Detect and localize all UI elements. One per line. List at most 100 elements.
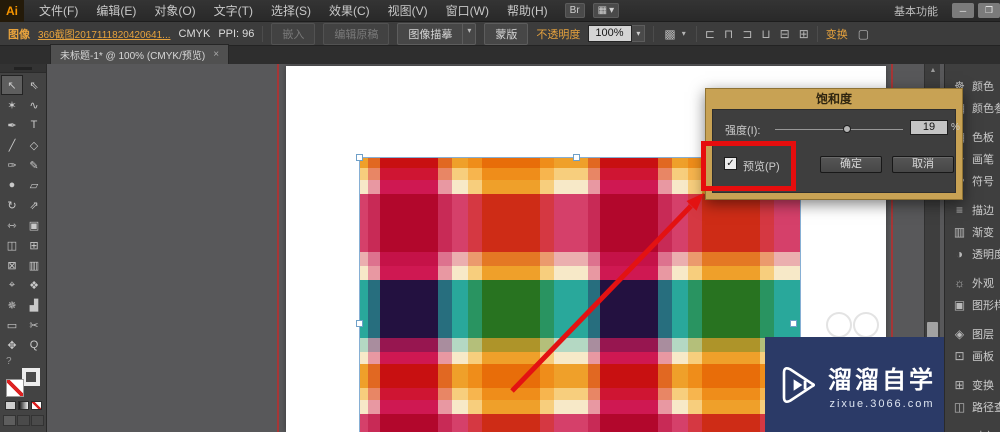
color-mode-button[interactable] bbox=[4, 401, 16, 410]
symbol-sprayer-tool[interactable]: ✵ bbox=[1, 295, 23, 315]
align-icon[interactable]: ⊓ bbox=[724, 27, 733, 41]
stroke-swatch[interactable] bbox=[22, 368, 40, 386]
panel-artboards[interactable]: ⊡ 画板 bbox=[945, 345, 1000, 367]
cancel-button[interactable]: 取消 bbox=[892, 156, 954, 173]
strength-value-field[interactable]: 19 bbox=[910, 120, 948, 135]
width-tool[interactable]: ⇿ bbox=[1, 215, 23, 235]
gradient-tool[interactable]: ▥ bbox=[23, 255, 45, 275]
menu-item[interactable]: 视图(V) bbox=[379, 0, 437, 22]
gradient-mode-button[interactable] bbox=[17, 401, 29, 410]
menu-item[interactable]: 编辑(E) bbox=[87, 0, 145, 22]
align-icon[interactable]: ⊐ bbox=[742, 27, 752, 41]
strength-slider-handle[interactable] bbox=[843, 125, 851, 133]
workspace-switcher[interactable]: 基本功能 bbox=[894, 3, 938, 19]
panel-graphic-styles[interactable]: ▣ 图形样式 bbox=[945, 294, 1000, 316]
hand-tool[interactable]: ✥ bbox=[1, 335, 23, 355]
magic-wand-tool[interactable]: ✶ bbox=[1, 95, 23, 115]
shape-tool[interactable]: ◇ bbox=[23, 135, 45, 155]
fill-swatch-none[interactable] bbox=[6, 379, 24, 397]
panel-appearance[interactable]: ☼ 外观 bbox=[945, 272, 1000, 294]
blob-brush-tool[interactable]: ● bbox=[1, 175, 23, 195]
document-tab[interactable]: 未标题-1* @ 100% (CMYK/预览) × bbox=[50, 44, 230, 64]
zoom-tool[interactable]: Q bbox=[23, 335, 45, 355]
type-tool[interactable]: T bbox=[23, 115, 45, 135]
mask-button[interactable]: 蒙版 bbox=[484, 22, 529, 45]
minimize-button[interactable]: ─ bbox=[952, 3, 974, 18]
strength-slider[interactable] bbox=[775, 129, 903, 130]
paintbrush-tool[interactable]: ✑ bbox=[1, 155, 23, 175]
arrange-documents-button[interactable]: ▦ ▾ bbox=[592, 3, 620, 18]
panel-icon: ◫ bbox=[953, 400, 966, 414]
dialog-title[interactable]: 饱和度 bbox=[706, 89, 962, 109]
selection-handle-top-left[interactable] bbox=[356, 154, 363, 161]
menu-item[interactable]: 选择(S) bbox=[262, 0, 320, 22]
none-mode-button[interactable] bbox=[30, 401, 42, 410]
draw-behind-button[interactable] bbox=[16, 415, 30, 426]
blend-tool[interactable]: ❖ bbox=[23, 275, 45, 295]
artboard-tool[interactable]: ▭ bbox=[1, 315, 23, 335]
eraser-tool[interactable]: ▱ bbox=[23, 175, 45, 195]
selection-handle-mid-right[interactable] bbox=[790, 320, 797, 327]
transform-label[interactable]: 变换 bbox=[826, 26, 848, 42]
align-icon[interactable]: ⊔ bbox=[761, 27, 770, 41]
panel-transparency[interactable]: ◑ 透明度 bbox=[945, 243, 1000, 265]
panel-stroke[interactable]: ≡ 描边 bbox=[945, 199, 1000, 221]
perspective-grid-tool[interactable]: ⊞ bbox=[23, 235, 45, 255]
watermark-brand: 溜溜自学 bbox=[828, 366, 936, 394]
style-caret-icon[interactable]: ▾ bbox=[680, 29, 688, 38]
restore-button[interactable]: ❐ bbox=[978, 3, 1000, 18]
scale-tool[interactable]: ⇗ bbox=[23, 195, 45, 215]
watermark-site: zixue.3066.com bbox=[829, 397, 935, 410]
lasso-tool[interactable]: ∿ bbox=[23, 95, 45, 115]
mesh-tool[interactable]: ⊠ bbox=[1, 255, 23, 275]
scroll-up-icon[interactable]: ▲ bbox=[925, 64, 941, 77]
align-icon[interactable]: ⊞ bbox=[799, 27, 809, 41]
shape-builder-tool[interactable]: ◫ bbox=[1, 235, 23, 255]
bounding-box-icon[interactable]: ▢ bbox=[856, 27, 871, 41]
pencil-tool[interactable]: ✎ bbox=[23, 155, 45, 175]
panel-icon: ⊞ bbox=[954, 378, 965, 392]
eyedropper-tool[interactable]: ⌖ bbox=[1, 275, 23, 295]
image-trace-caret-icon[interactable]: ▾ bbox=[463, 22, 477, 45]
menu-item[interactable]: 效果(C) bbox=[320, 0, 379, 22]
selection-handle-top-mid[interactable] bbox=[573, 154, 580, 161]
menu-item[interactable]: 文件(F) bbox=[30, 0, 87, 22]
fill-stroke-controls[interactable]: ? bbox=[3, 356, 43, 397]
ok-button[interactable]: 确定 bbox=[820, 156, 882, 173]
panel-pathfinder[interactable]: ◫ 路径查找器 bbox=[945, 396, 1000, 418]
context-panel-label[interactable]: 图像 bbox=[8, 26, 30, 42]
selection-handle-mid-left[interactable] bbox=[356, 320, 363, 327]
draw-normal-button[interactable] bbox=[2, 415, 16, 426]
align-icon[interactable]: ⊟ bbox=[780, 27, 790, 41]
direct-selection-tool[interactable]: ⇖ bbox=[23, 75, 45, 95]
panel-align[interactable]: ≣ 对齐 bbox=[945, 425, 1000, 432]
opacity-value[interactable]: 100% bbox=[588, 25, 633, 42]
panel-gradient[interactable]: ▥ 渐变 bbox=[945, 221, 1000, 243]
selection-tool[interactable]: ↖ bbox=[1, 75, 23, 95]
align-icon[interactable]: ⊏ bbox=[705, 27, 715, 41]
slice-tool[interactable]: ✂ bbox=[23, 315, 45, 335]
column-graph-tool[interactable]: ▟ bbox=[23, 295, 45, 315]
edit-original-button[interactable]: 编辑原稿 bbox=[323, 22, 390, 45]
free-transform-tool[interactable]: ▣ bbox=[23, 215, 45, 235]
close-tab-icon[interactable]: × bbox=[213, 49, 219, 60]
bridge-button[interactable]: Br bbox=[564, 3, 585, 18]
panel-layers[interactable]: ◈ 图层 bbox=[945, 323, 1000, 345]
panel-transform[interactable]: ⊞ 变换 bbox=[945, 374, 1000, 396]
menu-item[interactable]: 窗口(W) bbox=[437, 0, 498, 22]
image-trace-button[interactable]: 图像描摹 bbox=[397, 22, 464, 45]
menu-item[interactable]: 帮助(H) bbox=[498, 0, 557, 22]
opacity-caret-icon[interactable]: ▾ bbox=[632, 25, 646, 42]
draw-inside-button[interactable] bbox=[30, 415, 44, 426]
menu-item[interactable]: 对象(O) bbox=[145, 0, 204, 22]
pen-tool[interactable]: ✒ bbox=[1, 115, 23, 135]
linked-file-name[interactable]: 360截图2017111820420641... bbox=[38, 26, 171, 41]
style-thumbnail-icon[interactable]: ▩ bbox=[662, 27, 677, 41]
panel-icon: ⊡ bbox=[954, 349, 965, 363]
toolbar-grip[interactable] bbox=[0, 64, 46, 73]
opacity-label[interactable]: 不透明度 bbox=[536, 26, 580, 42]
embed-button[interactable]: 嵌入 bbox=[271, 22, 316, 45]
rotate-tool[interactable]: ↻ bbox=[1, 195, 23, 215]
menu-item[interactable]: 文字(T) bbox=[205, 0, 262, 22]
line-segment-tool[interactable]: ╱ bbox=[1, 135, 23, 155]
